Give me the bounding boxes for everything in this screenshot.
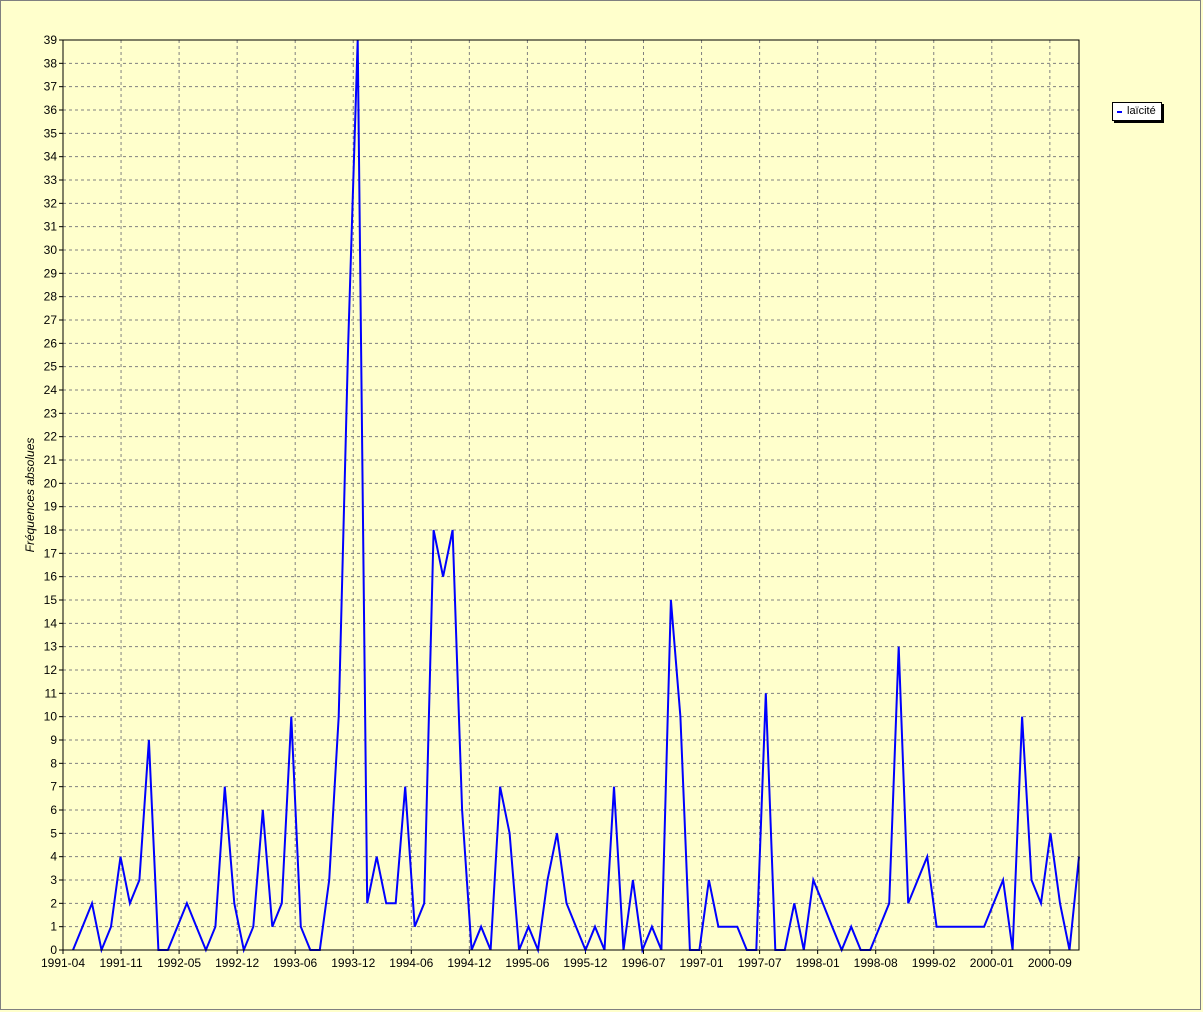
y-tick-label: 36 — [44, 103, 58, 117]
x-tick-label: 1992-12 — [215, 956, 259, 970]
plot-area — [62, 39, 1080, 951]
y-tick-label: 33 — [44, 173, 58, 187]
y-tick-label: 12 — [44, 663, 58, 677]
y-tick-label: 18 — [44, 523, 58, 537]
y-tick-label: 9 — [50, 733, 57, 747]
legend-swatch — [1117, 110, 1122, 113]
y-tick-label: 17 — [44, 546, 58, 560]
x-tick-label: 1991-11 — [99, 956, 142, 970]
x-axis-ticks: 1991-04 1991-11 1992-05 1992-12 1993-06 1993-… — [41, 950, 1072, 970]
y-tick-label: 34 — [44, 150, 58, 164]
y-tick-label: 15 — [44, 593, 58, 607]
y-tick-label: 27 — [44, 313, 58, 327]
y-tick-label: 16 — [44, 570, 58, 584]
x-tick-label: 1998-01 — [796, 956, 840, 970]
y-tick-label: 21 — [44, 453, 58, 467]
y-tick-label: 6 — [50, 803, 57, 817]
y-axis-ticks: 0123456789101112131415161718192021222324… — [44, 33, 63, 957]
legend: laïcité — [1112, 102, 1162, 121]
x-tick-label: 1996-07 — [621, 956, 665, 970]
x-tick-label: 1992-05 — [157, 956, 201, 970]
y-tick-label: 32 — [44, 196, 58, 210]
line-chart: 0123456789101112131415161718192021222324… — [23, 33, 1080, 970]
x-tick-label: 1994-06 — [389, 956, 433, 970]
y-tick-label: 3 — [50, 873, 57, 887]
y-tick-label: 8 — [50, 756, 57, 770]
y-tick-label: 13 — [44, 640, 58, 654]
y-tick-label: 30 — [44, 243, 58, 257]
series-line-laicite — [72, 39, 1080, 954]
x-tick-label: 1997-07 — [738, 956, 782, 970]
y-tick-label: 26 — [44, 336, 58, 350]
x-tick-label: 1997-01 — [680, 956, 724, 970]
y-tick-label: 11 — [45, 686, 58, 700]
x-tick-label: 1999-02 — [912, 956, 956, 970]
y-tick-label: 23 — [44, 406, 58, 420]
y-tick-label: 29 — [44, 266, 58, 280]
y-tick-label: 1 — [50, 920, 57, 934]
y-tick-label: 2 — [50, 896, 57, 910]
x-tick-label: 1993-12 — [331, 956, 375, 970]
y-tick-label: 39 — [44, 33, 58, 47]
y-tick-label: 35 — [44, 126, 58, 140]
y-tick-label: 4 — [50, 850, 57, 864]
y-tick-label: 38 — [44, 56, 58, 70]
x-tick-label: 1995-06 — [505, 956, 549, 970]
x-tick-label: 1994-12 — [447, 956, 491, 970]
legend-label: laïcité — [1127, 105, 1156, 117]
y-tick-label: 37 — [44, 80, 58, 94]
y-tick-label: 0 — [50, 943, 57, 957]
y-tick-label: 24 — [44, 383, 58, 397]
x-tick-label: 1998-08 — [854, 956, 898, 970]
y-tick-label: 7 — [50, 780, 57, 794]
y-tick-label: 31 — [44, 220, 58, 234]
y-tick-label: 10 — [44, 710, 58, 724]
x-tick-label: 1993-06 — [273, 956, 317, 970]
y-tick-label: 22 — [44, 430, 58, 444]
x-tick-label: 2000-09 — [1028, 956, 1072, 970]
x-tick-label: 1991-04 — [41, 956, 85, 970]
gridlines — [63, 39, 1079, 951]
y-tick-label: 5 — [50, 826, 57, 840]
x-tick-label: 2000-01 — [970, 956, 1014, 970]
y-tick-label: 25 — [44, 360, 58, 374]
y-axis-label: Fréquences absolues — [23, 438, 37, 553]
y-tick-label: 19 — [44, 500, 58, 514]
y-tick-label: 14 — [44, 616, 58, 630]
x-tick-label: 1995-12 — [563, 956, 607, 970]
y-tick-label: 28 — [44, 290, 58, 304]
y-tick-label: 20 — [44, 476, 58, 490]
